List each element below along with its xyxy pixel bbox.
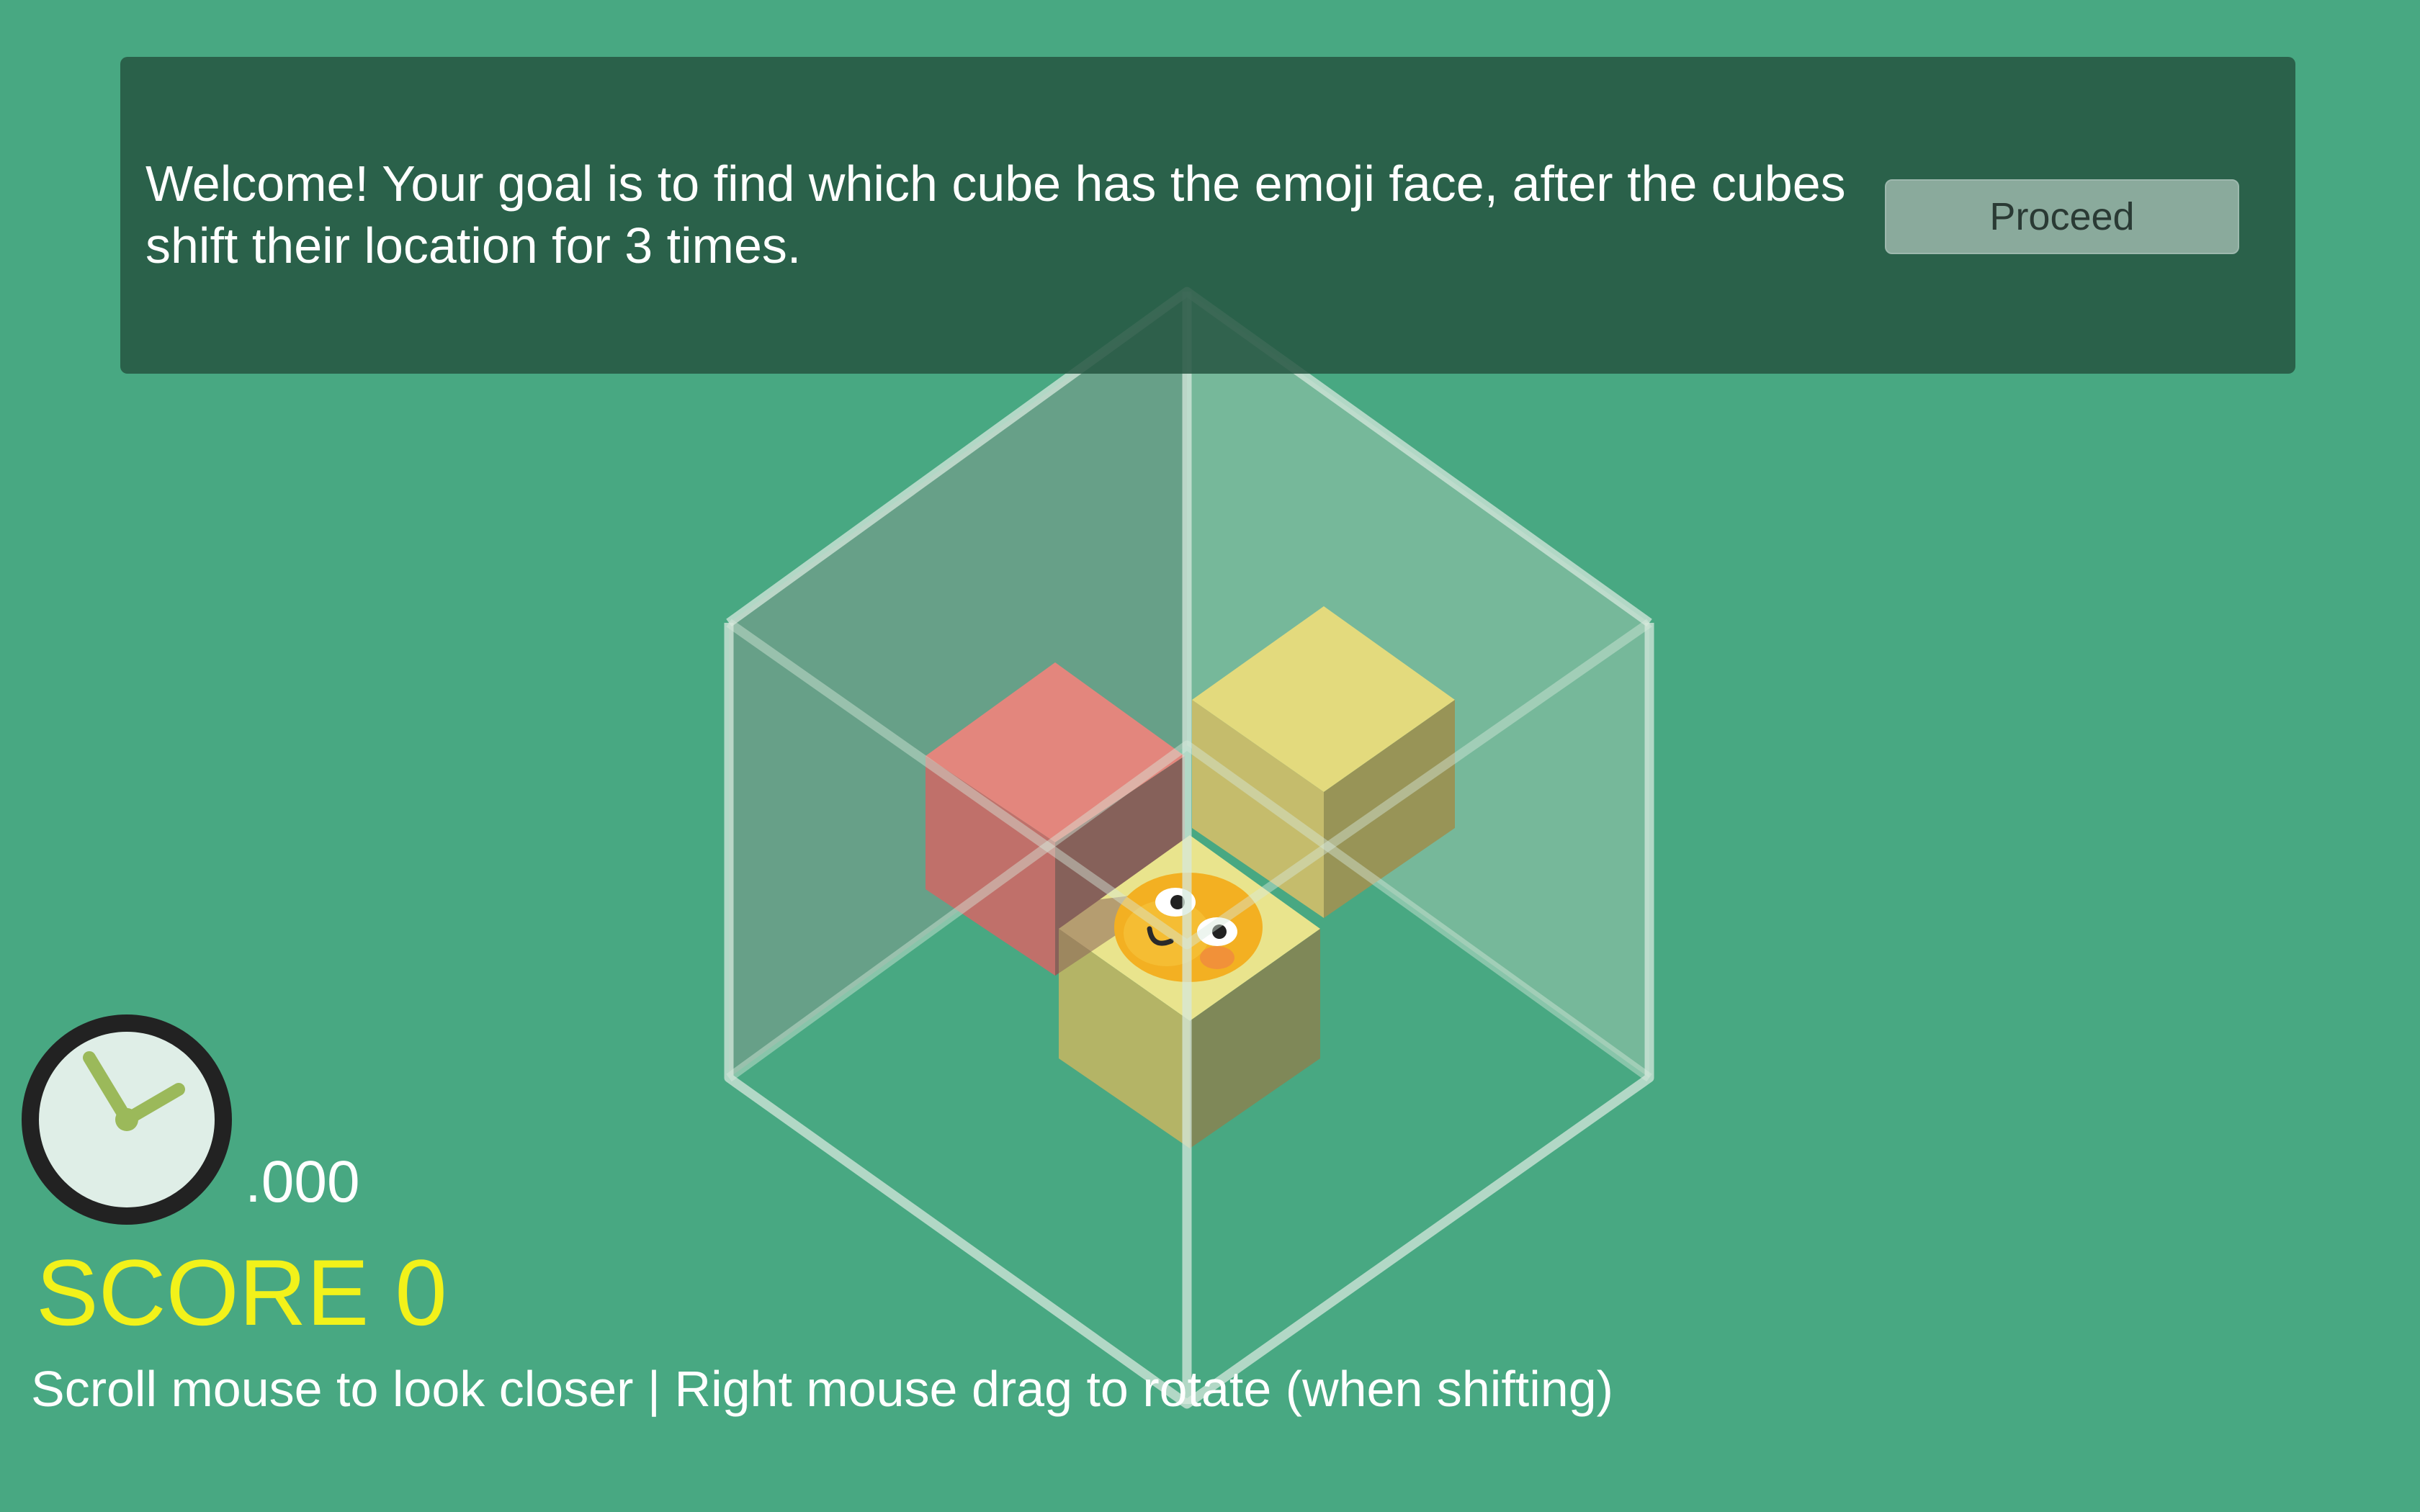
controls-hint: Scroll mouse to look closer | Right mous… bbox=[31, 1361, 1613, 1417]
game-viewport[interactable]: Welcome! Your goal is to find which cube… bbox=[0, 0, 2420, 1512]
score-display: SCORE 0 bbox=[36, 1240, 447, 1345]
timer-readout: .000 bbox=[245, 1149, 360, 1215]
instruction-banner: Welcome! Your goal is to find which cube… bbox=[120, 57, 2295, 374]
proceed-button[interactable]: Proceed bbox=[1885, 179, 2239, 254]
clock-icon bbox=[22, 1014, 232, 1225]
instruction-text: Welcome! Your goal is to find which cube… bbox=[145, 156, 1846, 274]
